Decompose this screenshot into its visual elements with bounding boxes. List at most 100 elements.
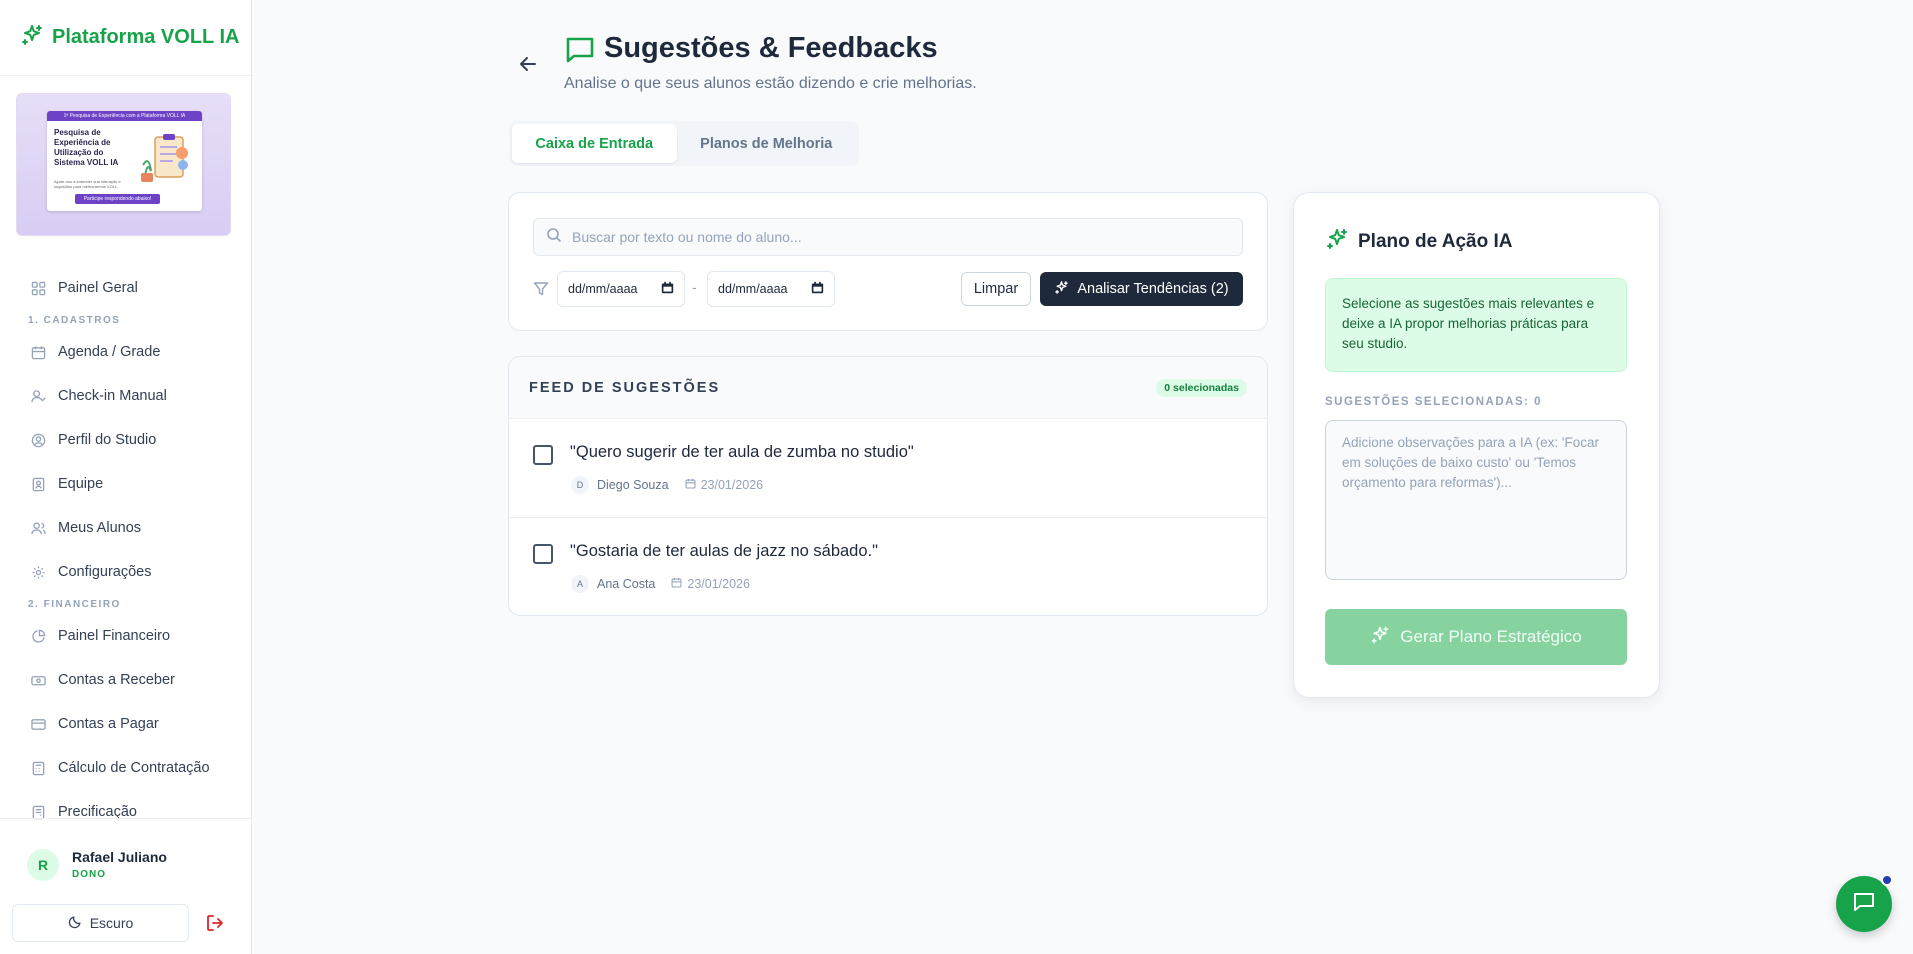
ai-panel-header: Plano de Ação IA [1325,227,1513,256]
sidebar-nav: Painel Geral 1. CADASTROS Agenda / Grade… [0,266,252,834]
banner-cta: Participe respondendo abaixo! [75,194,160,204]
sidebar-section-cadastros: 1. CADASTROS [28,314,121,326]
analyze-trends-label: Analisar Tendências (2) [1077,281,1229,297]
user-role: DONO [72,869,106,880]
user-name: Rafael Juliano [72,849,167,865]
search-icon [546,227,562,248]
sidebar-item-label: Contas a Pagar [58,716,159,732]
brand[interactable]: Plataforma VOLL IA [0,0,251,76]
sidebar-item-equipe[interactable]: Equipe [0,462,252,506]
date-to-input[interactable]: dd/mm/aaaa [707,271,835,307]
suggestion-date-value: 23/01/2026 [687,577,750,591]
list-item[interactable]: "Quero sugerir de ter aula de zumba no s… [509,419,1267,518]
sidebar-item-label: Configurações [58,564,152,580]
calculator-icon [30,760,46,776]
sidebar-item-label: Painel Financeiro [58,628,171,644]
page-subtitle: Analise o que seus alunos estão dizendo … [564,75,977,92]
avatar[interactable]: R [27,849,59,881]
avatar: A [571,575,589,593]
calendar-icon [685,478,696,492]
suggestion-date: 23/01/2026 [671,577,750,591]
date-from-value: dd/mm/aaaa [568,282,638,296]
user-block: R Rafael Juliano DONO Escuro [0,818,252,954]
sidebar-item-agenda[interactable]: Agenda / Grade [0,330,252,374]
date-to-value: dd/mm/aaaa [718,282,788,296]
tab-caixa-de-entrada[interactable]: Caixa de Entrada [512,124,677,163]
message-square-icon [564,34,596,71]
sidebar-item-label: Agenda / Grade [58,344,161,360]
banner-title: Pesquisa de Experiência de Utilização do… [54,128,119,167]
sparkles-icon [1370,625,1390,650]
user-check-icon [30,388,46,404]
tab-planos-de-melhoria[interactable]: Planos de Melhoria [677,124,856,163]
sidebar-item-label: Meus Alunos [58,520,142,536]
sidebar-item-label: Check-in Manual [58,388,167,404]
calendar-icon [811,281,824,297]
sparkles-icon [20,23,44,52]
calendar-icon [671,577,682,591]
credit-card-icon [30,716,46,732]
suggestion-date: 23/01/2026 [685,478,763,492]
feed-card: FEED DE SUGESTÕES 0 selecionadas "Quero … [508,356,1268,616]
users-icon [30,520,46,536]
date-separator: - [692,279,697,295]
suggestion-meta: A Ana Costa 23/01/2026 [571,575,750,593]
sidebar-item-calculo-contratacao[interactable]: Cálculo de Contratação [0,746,252,790]
brand-name: Plataforma VOLL IA [52,26,240,48]
sidebar-item-meus-alunos[interactable]: Meus Alunos [0,506,252,550]
sidebar-item-painel-geral[interactable]: Painel Geral [0,266,252,310]
sidebar-item-painel-financeiro[interactable]: Painel Financeiro [0,614,252,658]
logout-icon[interactable] [205,913,227,935]
survey-banner[interactable]: 1ª Pesquisa de Experiência com a Platafo… [16,93,231,236]
search-input[interactable] [572,229,1222,245]
sidebar-item-configuracoes[interactable]: Configurações [0,550,252,594]
sparkles-icon [1054,280,1069,299]
badge-icon [30,476,46,492]
sidebar-item-contas-receber[interactable]: Contas a Receber [0,658,252,702]
feed-title: FEED DE SUGESTÕES [529,379,721,396]
banner-subtitle: Ajude-nos a entender sua interação e sug… [54,179,121,189]
sidebar-item-label: Painel Geral [58,280,138,296]
analyze-trends-button[interactable]: Analisar Tendências (2) [1040,272,1243,306]
clipboard-illustration-icon [141,134,188,182]
grid-icon [30,280,46,296]
ai-notes-textarea[interactable] [1325,420,1627,580]
clear-button[interactable]: Limpar [961,272,1031,306]
filter-card: dd/mm/aaaa - dd/mm/aaaa Limpar Analisar … [508,192,1268,331]
dark-mode-label: Escuro [89,915,134,931]
ai-action-plan-panel: Plano de Ação IA Selecione as sugestões … [1293,192,1660,698]
search-box [533,218,1243,256]
list-item[interactable]: "Gostaria de ter aulas de jazz no sábado… [509,518,1267,615]
sidebar-section-financeiro: 2. FINANCEIRO [28,598,121,610]
generate-plan-button[interactable]: Gerar Plano Estratégico [1325,609,1627,665]
calendar-icon [661,281,674,297]
banknote-icon [30,672,46,688]
suggestion-text: "Gostaria de ter aulas de jazz no sábado… [570,542,878,560]
suggestion-checkbox[interactable] [533,445,553,465]
back-arrow-icon[interactable] [517,53,539,75]
moon-icon [68,915,82,932]
sidebar-item-checkin[interactable]: Check-in Manual [0,374,252,418]
gear-icon [30,564,46,580]
suggestion-meta: D Diego Souza 23/01/2026 [571,476,763,494]
sidebar-item-label: Cálculo de Contratação [58,760,210,776]
ai-panel-title: Plano de Ação IA [1358,230,1513,252]
ai-info-box: Selecione as sugestões mais relevantes e… [1325,278,1627,372]
tab-bar: Caixa de Entrada Planos de Melhoria [509,121,859,166]
sidebar-item-perfil-studio[interactable]: Perfil do Studio [0,418,252,462]
sidebar-item-contas-pagar[interactable]: Contas a Pagar [0,702,252,746]
dark-mode-button[interactable]: Escuro [12,904,189,942]
sidebar-item-label: Contas a Receber [58,672,175,688]
page-title: Sugestões & Feedbacks [604,32,938,64]
suggestion-author: Ana Costa [597,577,656,591]
selected-count-badge: 0 selecionadas [1156,378,1247,397]
pie-chart-icon [30,628,46,644]
filter-icon [533,281,549,302]
suggestion-text: "Quero sugerir de ter aula de zumba no s… [570,443,914,461]
sidebar-item-label: Perfil do Studio [58,432,157,448]
user-circle-icon [30,432,46,448]
selected-suggestions-label: SUGESTÕES SELECIONADAS: 0 [1325,396,1543,408]
date-from-input[interactable]: dd/mm/aaaa [557,271,685,307]
suggestion-checkbox[interactable] [533,544,553,564]
suggestion-author: Diego Souza [597,478,669,492]
